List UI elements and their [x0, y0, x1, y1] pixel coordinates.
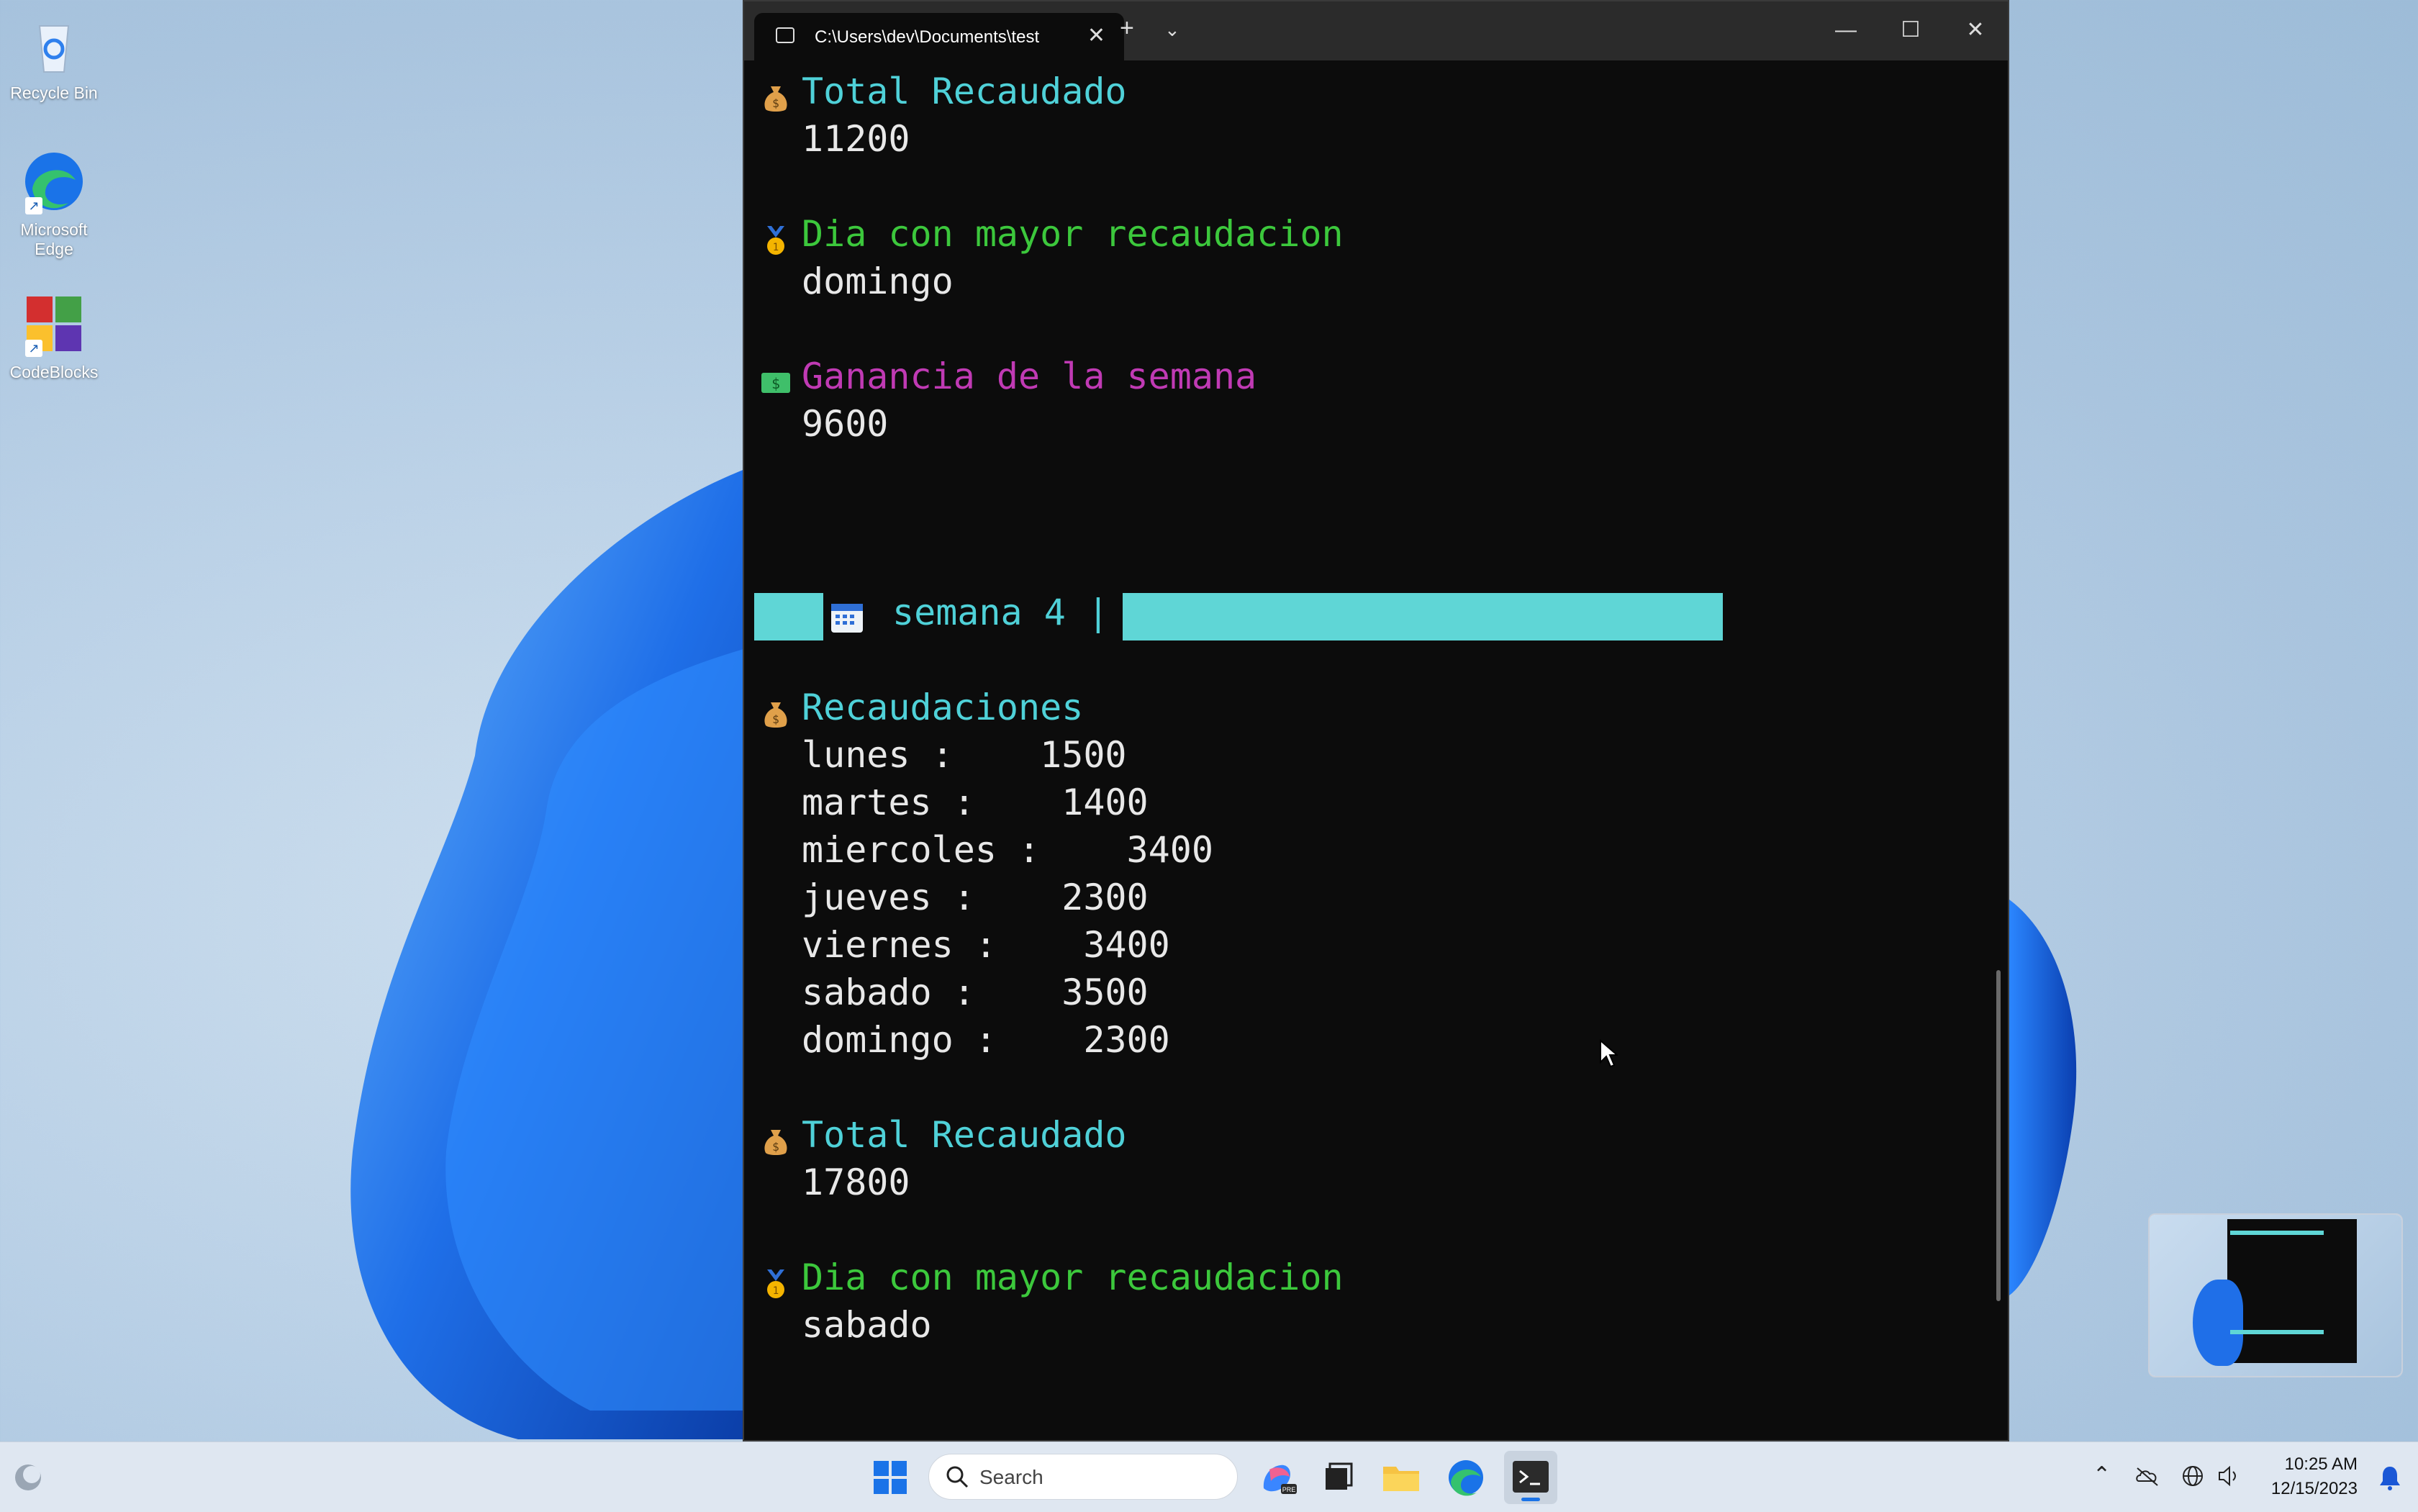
money-bag-icon: $	[764, 86, 787, 112]
taskbar-window-preview[interactable]	[2148, 1213, 2403, 1377]
terminal-taskbar-button[interactable]	[1504, 1451, 1557, 1504]
mouse-cursor-icon	[1600, 1039, 1618, 1068]
taskbar: Search PRE ⌃ 10:25 AM 12/15/2023	[0, 1441, 2418, 1512]
start-icon[interactable]	[868, 1455, 913, 1500]
week-header-left-bar	[754, 593, 823, 640]
tab-title: C:\Users\dev\Documents\test	[815, 27, 1040, 47]
day-row-lunes: lunes : 1500	[802, 734, 1127, 776]
copilot-icon[interactable]: PRE	[1255, 1455, 1300, 1500]
search-placeholder: Search	[979, 1466, 1043, 1488]
profit-label: Ganancia de la semana	[802, 356, 1257, 397]
scrollbar[interactable]	[1996, 970, 2001, 1301]
day-row-sabado: sabado : 3500	[802, 972, 1149, 1013]
clock[interactable]: 10:25 AM 12/15/2023	[2271, 1452, 2358, 1501]
task-view-icon[interactable]	[1316, 1455, 1360, 1500]
medal-icon: 1	[767, 226, 784, 255]
codeblocks-label: CodeBlocks	[9, 363, 99, 381]
profit-value: 9600	[802, 403, 889, 445]
total-value: 11200	[802, 118, 910, 160]
minimize-button[interactable]: —	[1814, 9, 1878, 52]
money-bag-icon: $	[764, 702, 787, 728]
svg-text:$: $	[772, 1140, 779, 1154]
calendar-icon	[831, 604, 863, 633]
svg-text:$: $	[772, 96, 779, 110]
chevron-up-icon[interactable]: ⌃	[2093, 1462, 2111, 1488]
new-tab-button[interactable]: +	[1120, 14, 1134, 42]
svg-text:1: 1	[773, 242, 779, 253]
day-row-jueves: jueves : 2300	[802, 877, 1149, 918]
day-row-martes: martes : 1400	[802, 782, 1149, 823]
codeblocks-icon[interactable]: ↗ CodeBlocks	[0, 291, 108, 382]
terminal-icon	[1513, 1461, 1549, 1493]
search-icon	[946, 1466, 969, 1488]
close-button[interactable]: ✕	[1943, 9, 2008, 52]
day-row-viernes: viernes : 3400	[802, 924, 1170, 966]
chevron-down-icon[interactable]: ⌄	[1164, 19, 1180, 41]
maximize-button[interactable]: ☐	[1878, 9, 1943, 52]
best-day-label: Dia con mayor recaudacion	[802, 1257, 1344, 1298]
money-bag-icon: $	[764, 1130, 787, 1155]
title-bar[interactable]: C:\Users\dev\Documents\test ✕ + ⌄ — ☐ ✕	[744, 1, 2008, 60]
tab-terminal[interactable]: C:\Users\dev\Documents\test ✕	[754, 13, 1124, 60]
microsoft-edge-label: Microsoft Edge	[20, 220, 88, 258]
clock-date: 12/15/2023	[2270, 1479, 2358, 1498]
best-day-value: sabado	[802, 1304, 932, 1346]
best-day-value: domingo	[802, 261, 954, 302]
total-label: Total Recaudado	[802, 71, 1127, 112]
day-row-domingo: domingo : 2300	[802, 1019, 1170, 1061]
close-tab-icon[interactable]: ✕	[1087, 23, 1105, 48]
onedrive-icon[interactable]	[2134, 1464, 2160, 1490]
active-indicator	[1521, 1498, 1540, 1501]
money-icon: $	[761, 373, 790, 393]
terminal-tab-icon	[776, 27, 794, 43]
week-header: semana 4 |	[892, 592, 1110, 633]
total-label: Total Recaudado	[802, 1114, 1127, 1156]
total-value: 17800	[802, 1162, 910, 1203]
week-header-right-bar	[1123, 593, 1723, 640]
recycle-bin-label: Recycle Bin	[10, 83, 98, 102]
weather-icon[interactable]	[12, 1461, 45, 1494]
volume-icon[interactable]	[2216, 1464, 2242, 1488]
svg-text:$: $	[771, 375, 780, 392]
best-day-label: Dia con mayor recaudacion	[802, 213, 1344, 255]
medal-icon: 1	[767, 1269, 784, 1298]
collections-label: Recaudaciones	[802, 687, 1084, 728]
svg-text:PRE: PRE	[1282, 1486, 1296, 1493]
svg-text:$: $	[772, 712, 779, 726]
microsoft-edge-icon[interactable]: ↗ Microsoft Edge	[0, 148, 108, 259]
search-box[interactable]: Search	[928, 1454, 1238, 1500]
clock-time: 10:25 AM	[2284, 1454, 2358, 1474]
svg-text:1: 1	[773, 1285, 779, 1297]
network-icon[interactable]	[2181, 1464, 2205, 1488]
terminal-window[interactable]: C:\Users\dev\Documents\test ✕ + ⌄ — ☐ ✕ …	[743, 0, 2009, 1441]
edge-taskbar-icon[interactable]	[1444, 1455, 1488, 1500]
recycle-bin-icon[interactable]: Recycle Bin	[0, 12, 108, 103]
file-explorer-icon[interactable]	[1379, 1455, 1423, 1500]
terminal-output[interactable]: $ Total Recaudado 11200 1 Dia con mayor …	[744, 60, 2008, 1440]
notification-bell-icon[interactable]	[2378, 1464, 2402, 1491]
day-row-miercoles: miercoles : 3400	[802, 829, 1213, 871]
